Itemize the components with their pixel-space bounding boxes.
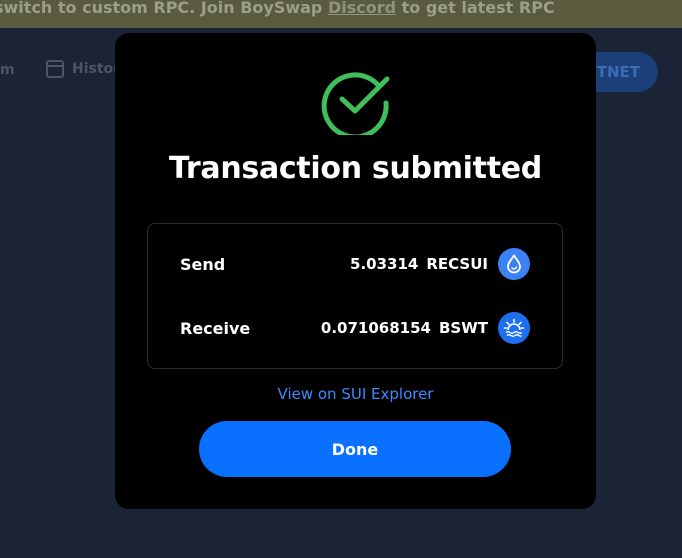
- discord-link[interactable]: Discord: [328, 0, 396, 17]
- view-on-explorer-link[interactable]: View on SUI Explorer: [115, 385, 596, 403]
- success-check-icon: [320, 63, 392, 140]
- send-token: RECSUI: [426, 255, 488, 273]
- send-row: Send 5.03314 RECSUI: [180, 247, 530, 281]
- send-amount: 5.03314: [350, 255, 419, 273]
- nav-history-label: Histor: [72, 61, 121, 77]
- sui-drop-icon: [498, 248, 530, 280]
- receive-row: Receive 0.071068154 BSWT: [180, 311, 530, 345]
- calendar-icon: [46, 60, 64, 78]
- receive-token: BSWT: [438, 319, 488, 337]
- bswt-sunrise-icon: [498, 312, 530, 344]
- send-label: Send: [180, 254, 226, 274]
- banner-text: switch to custom RPC. Join BoySwap: [0, 0, 328, 17]
- nav-item-fragment[interactable]: m: [0, 62, 15, 78]
- transaction-details-card: Send 5.03314 RECSUI Receive 0.071068154 …: [147, 223, 563, 369]
- nav-item-history[interactable]: Histor: [46, 60, 120, 78]
- modal-title: Transaction submitted: [169, 151, 542, 186]
- background-card: [116, 508, 586, 558]
- announcement-banner: switch to custom RPC. Join BoySwap Disco…: [0, 0, 682, 28]
- banner-text-end: to get latest RPC: [396, 0, 555, 17]
- done-button[interactable]: Done: [199, 421, 511, 477]
- receive-label: Receive: [180, 318, 251, 338]
- transaction-submitted-modal: Transaction submitted Send 5.03314 RECSU…: [115, 33, 596, 509]
- receive-amount: 0.071068154: [320, 319, 431, 337]
